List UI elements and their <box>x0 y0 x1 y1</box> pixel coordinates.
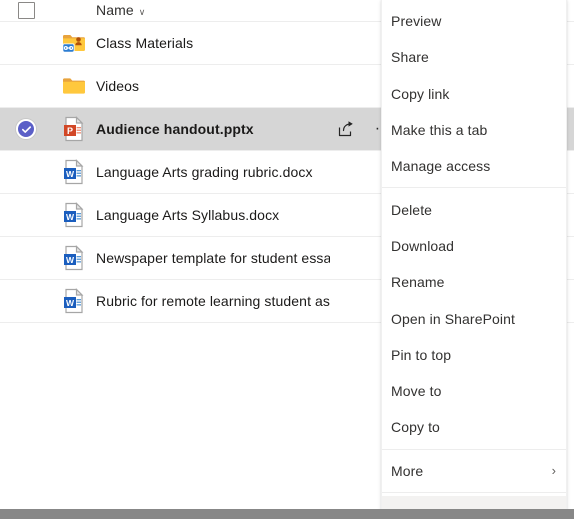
menu-item-copy-to[interactable]: Copy to <box>382 409 566 445</box>
word-file-icon: W <box>52 245 96 271</box>
menu-item-label: Open in SharePoint <box>391 310 515 327</box>
menu-item-label: Manage access <box>391 158 491 175</box>
chevron-down-icon: ∨ <box>138 7 146 17</box>
column-header-name-label: Name <box>96 2 134 18</box>
menu-item-open-in-sharepoint[interactable]: Open in SharePoint <box>382 300 566 336</box>
menu-item-more[interactable]: More › <box>382 453 566 489</box>
svg-text:P: P <box>67 126 73 136</box>
powerpoint-file-icon: P <box>52 116 96 142</box>
shared-folder-icon <box>52 32 96 54</box>
file-name-label[interactable]: Language Arts grading rubric.docx <box>96 164 330 180</box>
column-header-name[interactable]: Name ∨ <box>96 2 330 21</box>
chevron-right-icon: › <box>551 463 556 479</box>
menu-item-label: Rename <box>391 274 445 291</box>
menu-item-share[interactable]: Share <box>382 39 566 75</box>
menu-divider <box>382 187 566 189</box>
menu-item-manage-access[interactable]: Manage access <box>382 148 566 184</box>
bottom-scrollbar[interactable] <box>0 509 574 519</box>
menu-item-label: Copy link <box>391 85 450 102</box>
menu-item-preview[interactable]: Preview <box>382 3 566 39</box>
menu-item-download[interactable]: Download <box>382 228 566 264</box>
menu-item-copy-link[interactable]: Copy link <box>382 76 566 112</box>
menu-item-label: Copy to <box>391 419 440 436</box>
svg-text:W: W <box>66 169 75 179</box>
checked-circle-icon[interactable] <box>16 119 36 139</box>
files-view: Name ∨ od <box>0 0 574 519</box>
menu-item-make-this-a-tab[interactable]: Make this a tab <box>382 112 566 148</box>
file-name-label[interactable]: Videos <box>96 78 330 94</box>
file-context-menu: Preview Share Copy link Make this a tab … <box>381 0 567 519</box>
file-name-label[interactable]: Audience handout.pptx <box>96 121 330 137</box>
menu-item-rename[interactable]: Rename <box>382 264 566 300</box>
row-select-cell[interactable] <box>0 119 52 139</box>
file-name-label[interactable]: Language Arts Syllabus.docx <box>96 207 330 223</box>
menu-item-label: Download <box>391 237 455 254</box>
folder-icon <box>52 76 96 96</box>
file-name-label[interactable]: Class Materials <box>96 35 330 51</box>
word-file-icon: W <box>52 159 96 185</box>
menu-item-label: Delete <box>391 201 433 218</box>
select-all-checkbox[interactable] <box>17 2 35 19</box>
menu-item-label: More <box>391 462 424 479</box>
svg-text:W: W <box>66 298 75 308</box>
word-file-icon: W <box>52 288 96 314</box>
file-name-label[interactable]: Newspaper template for student essay.doc… <box>96 250 330 266</box>
menu-divider <box>382 448 566 450</box>
word-file-icon: W <box>52 202 96 228</box>
menu-item-delete[interactable]: Delete <box>382 191 566 227</box>
menu-item-label: Preview <box>391 13 442 30</box>
svg-text:W: W <box>66 212 75 222</box>
menu-item-label: Pin to top <box>391 346 452 363</box>
svg-text:W: W <box>66 255 75 265</box>
menu-divider <box>382 491 566 493</box>
select-all-cell[interactable] <box>0 2 52 21</box>
menu-item-label: Move to <box>391 383 442 400</box>
menu-item-label: Share <box>391 49 429 66</box>
menu-item-pin-to-top[interactable]: Pin to top <box>382 337 566 373</box>
share-icon[interactable] <box>336 119 356 139</box>
file-name-label[interactable]: Rubric for remote learning student asses… <box>96 293 330 309</box>
menu-item-label: Make this a tab <box>391 122 488 139</box>
menu-item-move-to[interactable]: Move to <box>382 373 566 409</box>
